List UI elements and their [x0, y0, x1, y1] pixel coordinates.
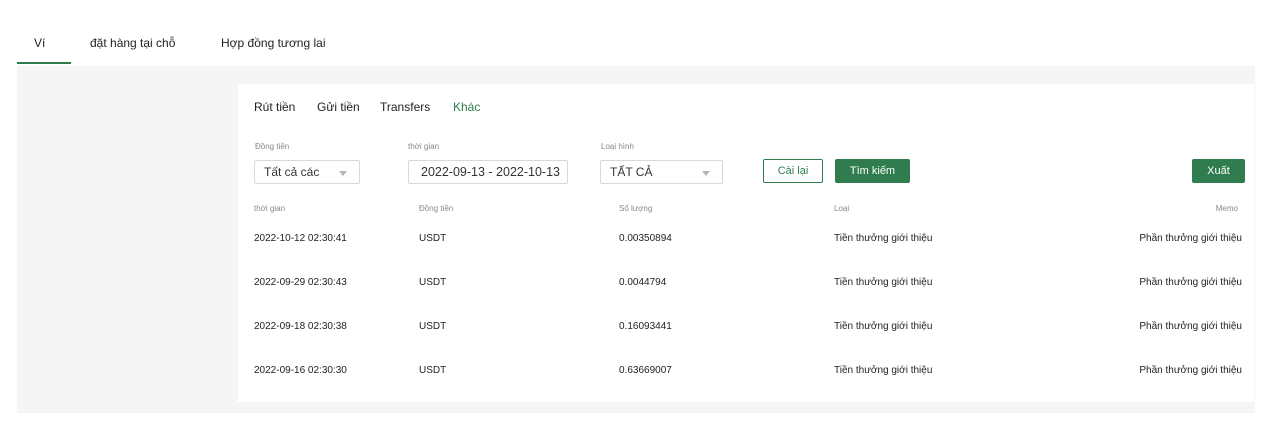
table-row: 2022-09-16 02:30:30 USDT 0.63669007 Tiền… — [238, 356, 1254, 386]
subtab-deposit[interactable]: Gửi tiền — [317, 100, 360, 114]
reset-button[interactable]: Cài lại — [763, 159, 823, 183]
type-select-value: TẤT CẢ — [610, 165, 653, 179]
cell-amount: 0.0044794 — [619, 277, 667, 288]
tab-wallet[interactable]: Ví — [16, 36, 73, 64]
cell-amount: 0.00350894 — [619, 233, 672, 244]
cell-amount: 0.63669007 — [619, 365, 672, 376]
col-header-memo: Memo — [1215, 204, 1238, 213]
export-button[interactable]: Xuất — [1192, 159, 1245, 183]
col-header-time: thời gian — [254, 204, 286, 213]
tab-futures[interactable]: Hợp đồng tương lai — [221, 36, 326, 50]
cell-currency: USDT — [419, 277, 447, 288]
chevron-down-icon — [339, 171, 347, 176]
col-header-type: Loại — [834, 204, 850, 213]
date-range-value: 2022-09-13 - 2022-10-13 — [421, 165, 560, 179]
cell-currency: USDT — [419, 365, 447, 376]
tab-spot-orders[interactable]: đặt hàng tại chỗ — [90, 36, 175, 50]
cell-time: 2022-09-16 02:30:30 — [254, 365, 347, 376]
time-filter-label: thời gian — [408, 142, 440, 151]
date-range-input[interactable]: 2022-09-13 - 2022-10-13 — [408, 160, 568, 184]
cell-type: Tiền thưởng giới thiệu — [834, 277, 933, 288]
currency-select[interactable]: Tất cả các — [254, 160, 360, 184]
table-row: 2022-10-12 02:30:41 USDT 0.00350894 Tiền… — [238, 224, 1254, 254]
cell-currency: USDT — [419, 321, 447, 332]
subtab-other[interactable]: Khác — [453, 100, 480, 114]
type-select[interactable]: TẤT CẢ — [600, 160, 723, 184]
cell-type: Tiền thưởng giới thiệu — [834, 321, 933, 332]
cell-amount: 0.16093441 — [619, 321, 672, 332]
search-button[interactable]: Tìm kiếm — [835, 159, 910, 183]
cell-memo: Phần thưởng giới thiệu — [1139, 233, 1242, 244]
chevron-down-icon — [702, 171, 710, 176]
table-row: 2022-09-29 02:30:43 USDT 0.0044794 Tiền … — [238, 268, 1254, 298]
cell-time: 2022-09-29 02:30:43 — [254, 277, 347, 288]
cell-type: Tiền thưởng giới thiệu — [834, 233, 933, 244]
currency-filter-label: Đồng tiền — [255, 142, 290, 151]
subtab-transfers[interactable]: Transfers — [380, 100, 430, 114]
cell-memo: Phần thưởng giới thiệu — [1139, 277, 1242, 288]
col-header-currency: Đồng tiền — [419, 204, 454, 213]
cell-time: 2022-09-18 02:30:38 — [254, 321, 347, 332]
cell-currency: USDT — [419, 233, 447, 244]
cell-memo: Phần thưởng giới thiệu — [1139, 365, 1242, 376]
cell-type: Tiền thưởng giới thiệu — [834, 365, 933, 376]
top-tabs: Ví đặt hàng tại chỗ Hợp đồng tương lai — [16, 22, 1255, 66]
type-filter-label: Loại hình — [601, 142, 634, 151]
col-header-amount: Số lượng — [619, 204, 653, 213]
table-row: 2022-09-18 02:30:38 USDT 0.16093441 Tiền… — [238, 312, 1254, 342]
currency-select-value: Tất cả các — [264, 165, 320, 179]
cell-time: 2022-10-12 02:30:41 — [254, 233, 347, 244]
history-panel: Rút tiền Gửi tiền Transfers Khác Đồng ti… — [238, 84, 1254, 402]
cell-memo: Phần thưởng giới thiệu — [1139, 321, 1242, 332]
subtab-withdraw[interactable]: Rút tiền — [254, 100, 295, 114]
